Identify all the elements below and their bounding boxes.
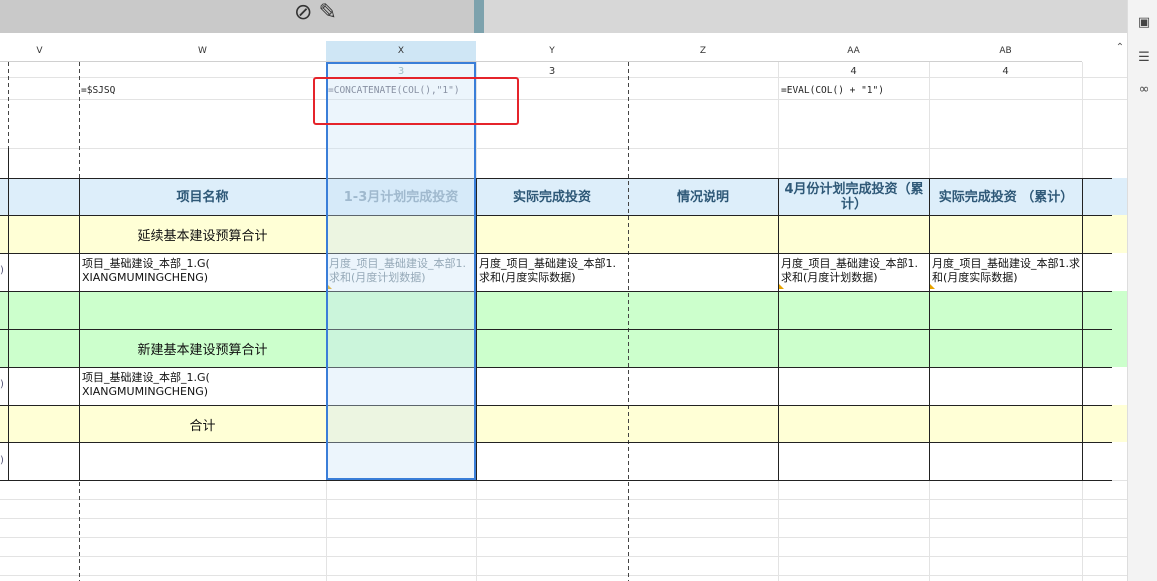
left-edge-mark: ): [0, 265, 4, 276]
cell-W-project-ref-2[interactable]: 项目_基础建设_本部_1.G( XIANGMUMINGCHENG): [80, 369, 326, 405]
comment-marker: [327, 284, 332, 289]
comment-marker: [779, 284, 784, 289]
cell-AB-monthly-actual-1[interactable]: 月度_项目_基础建设_本部1.求和(月度实际数据): [930, 255, 1082, 291]
eye-slash-icon[interactable]: ⊘: [294, 0, 318, 25]
toolbar-strip: ⊘✎: [0, 0, 1127, 33]
cell-AA-monthly-plan-1[interactable]: 月度_项目_基础建设_本部1.求和(月度计划数据): [779, 255, 929, 291]
header-actual-cumulative[interactable]: 实际完成投资 （累计）: [931, 179, 1081, 215]
cell-W-project-ref-1[interactable]: 项目_基础建设_本部_1.G( XIANGMUMINGCHENG): [80, 255, 326, 291]
row-continuing-total[interactable]: 延续基本建设预算合计: [79, 216, 326, 253]
scroll-up-arrow-icon[interactable]: ⌃: [1113, 42, 1127, 58]
row-grand-total[interactable]: 合计: [79, 406, 326, 442]
cell-Y-monthly-actual-1[interactable]: 月度_项目_基础建设_本部1.求和(月度实际数据): [477, 255, 628, 291]
toolbar-left-area: [0, 0, 474, 33]
header-project-name[interactable]: 项目名称: [79, 179, 326, 215]
header-notes[interactable]: 情况说明: [628, 179, 778, 215]
right-side-panel: ▣ ☰ ∞: [1127, 0, 1157, 581]
cell-AA-rownum[interactable]: 4: [778, 66, 929, 80]
cell-AA-formula[interactable]: =EVAL(COL() + "1"): [781, 85, 1021, 99]
layers-icon[interactable]: ☰: [1136, 50, 1152, 66]
header-actual[interactable]: 实际完成投资: [476, 179, 628, 215]
left-edge-mark: ): [0, 379, 4, 390]
header-april-plan[interactable]: 4月份计划完成投资（累计）: [780, 179, 928, 215]
comment-marker: [930, 284, 935, 289]
spreadsheet-grid[interactable]: V W X Y Z AA AB 3 3 4 4 =$SJSQ =CONCATEN…: [0, 33, 1127, 581]
toolbar-separator: [474, 0, 484, 33]
toolbar-icon-group: ⊘✎: [294, 0, 343, 25]
dropdown-box-icon[interactable]: ▣: [1136, 15, 1152, 31]
link-icon[interactable]: ∞: [1136, 82, 1152, 98]
pencil-icon[interactable]: ✎: [318, 0, 342, 25]
cell-AB-rownum[interactable]: 4: [929, 66, 1082, 80]
cell-W-formula[interactable]: =$SJSQ: [81, 85, 321, 99]
grid-lines: [0, 62, 1127, 581]
cell-X-monthly-plan-1[interactable]: 月度_项目_基础建设_本部1.求和(月度计划数据): [327, 255, 476, 291]
left-edge-mark: ): [0, 455, 4, 466]
header-q1-plan[interactable]: 1-3月计划完成投资: [326, 179, 476, 215]
highlight-annotation-box: [313, 77, 519, 125]
row-new-total[interactable]: 新建基本建设预算合计: [79, 330, 326, 367]
